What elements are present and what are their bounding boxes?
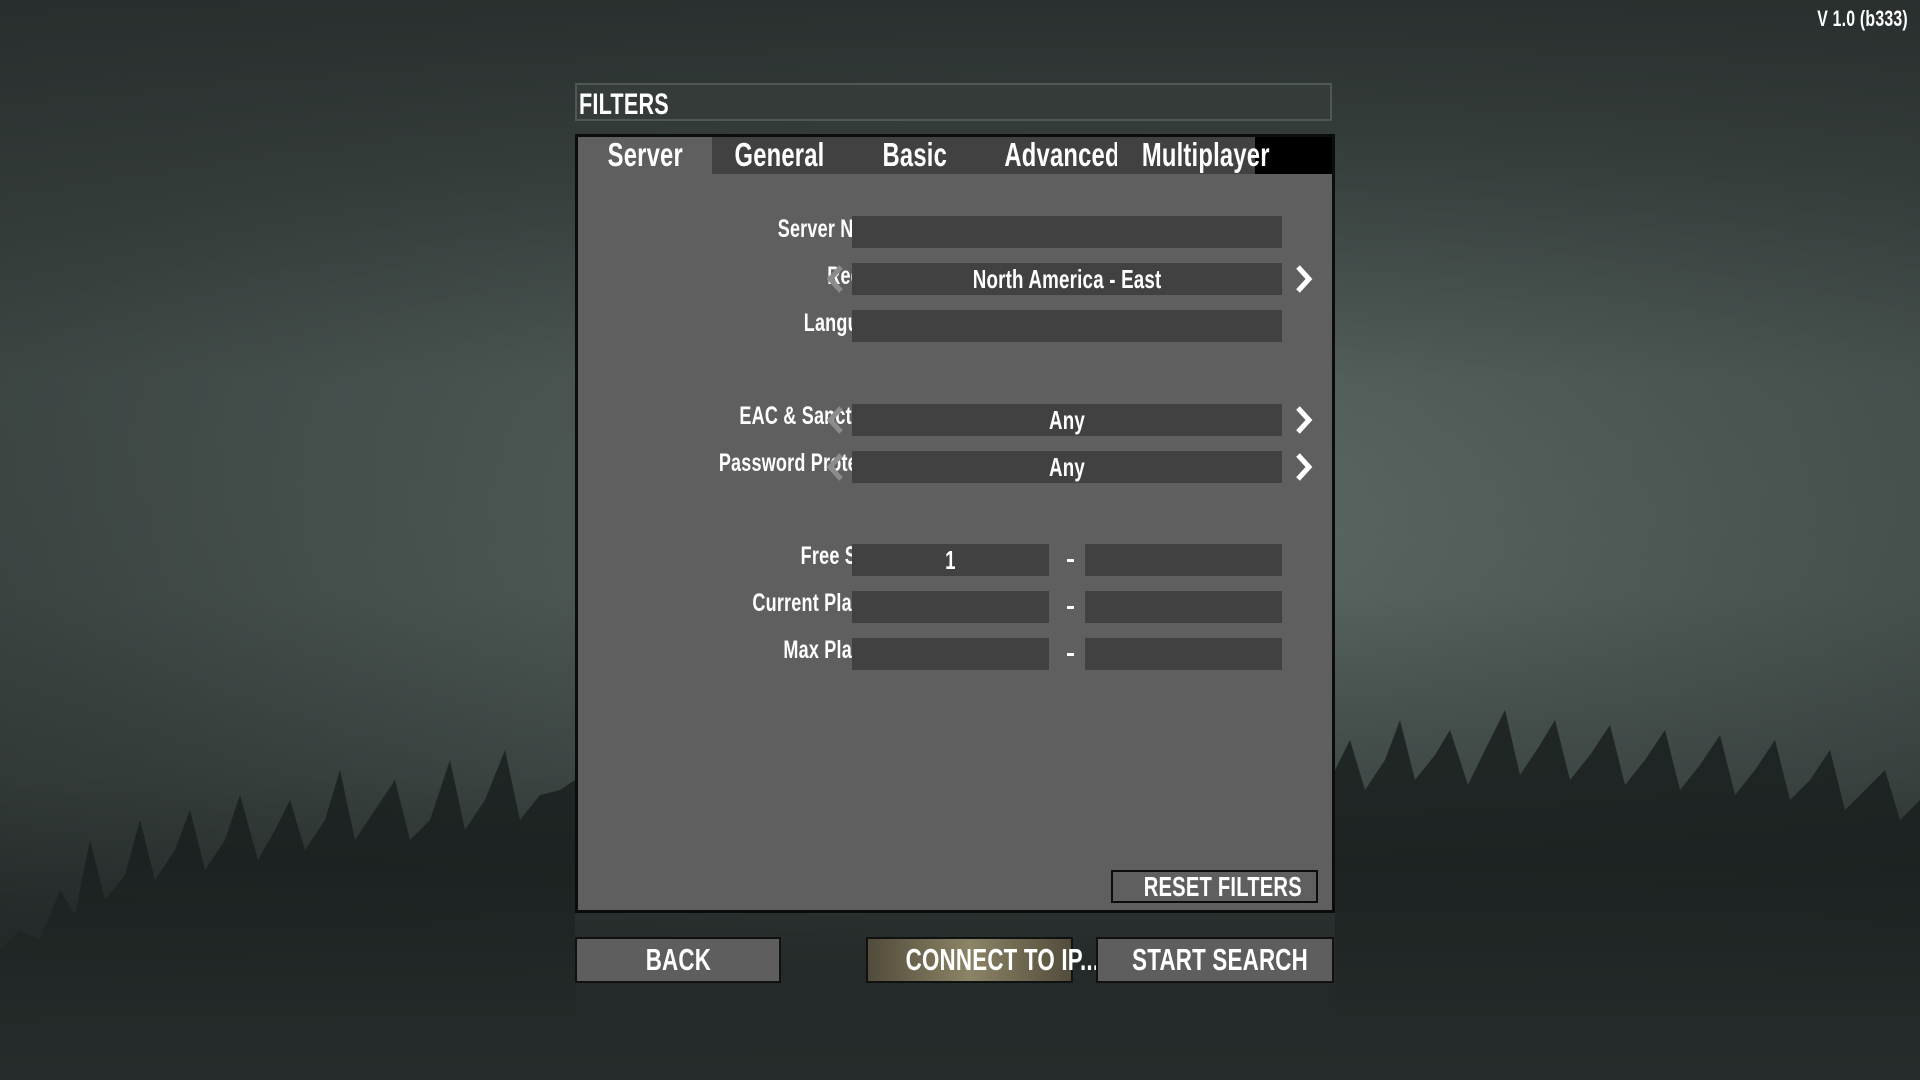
current-players-max-input[interactable] [1085, 591, 1282, 623]
password-next-chevron-right-icon[interactable] [1292, 451, 1316, 483]
region-prev-chevron-left-icon[interactable] [823, 263, 847, 295]
eac-prev-chevron-left-icon[interactable] [823, 404, 847, 436]
eac-selector[interactable]: Any [852, 404, 1282, 436]
max-players-min-input[interactable] [852, 638, 1049, 670]
tab-strip: Server General Basic Advanced Multiplaye… [578, 137, 1332, 174]
tab-basic[interactable]: Basic [847, 137, 982, 174]
tab-general[interactable]: General [712, 137, 847, 174]
back-button[interactable]: BACK [575, 937, 781, 983]
free-slots-max-input[interactable] [1085, 544, 1282, 576]
eac-next-chevron-right-icon[interactable] [1292, 404, 1316, 436]
free-slots-separator [1067, 559, 1074, 562]
current-players-separator [1067, 606, 1074, 609]
current-players-min-input[interactable] [852, 591, 1049, 623]
password-prev-chevron-left-icon[interactable] [823, 451, 847, 483]
language-input[interactable] [852, 310, 1282, 342]
connect-to-ip-button[interactable]: CONNECT TO IP... [866, 937, 1099, 983]
free-slots-min-input[interactable]: 1 [852, 544, 1049, 576]
region-next-chevron-right-icon[interactable] [1292, 263, 1316, 295]
tab-server[interactable]: Server [578, 137, 712, 174]
filters-title-bar: FILTERS [575, 83, 1332, 121]
max-players-separator [1067, 653, 1074, 656]
reset-filters-button[interactable]: RESET FILTERS [1111, 870, 1318, 903]
version-label: V 1.0 (b333) [1817, 6, 1908, 31]
filters-panel: Server General Basic Advanced Multiplaye… [575, 134, 1335, 913]
filters-title: FILTERS [579, 88, 669, 121]
region-selector[interactable]: North America - East [852, 263, 1282, 295]
server-name-input[interactable] [852, 216, 1282, 248]
tab-multiplayer[interactable]: Multiplayer [1117, 137, 1269, 174]
start-search-button[interactable]: START SEARCH [1096, 937, 1334, 983]
max-players-max-input[interactable] [1085, 638, 1282, 670]
tab-advanced[interactable]: Advanced [982, 137, 1119, 174]
password-protected-selector[interactable]: Any [852, 451, 1282, 483]
